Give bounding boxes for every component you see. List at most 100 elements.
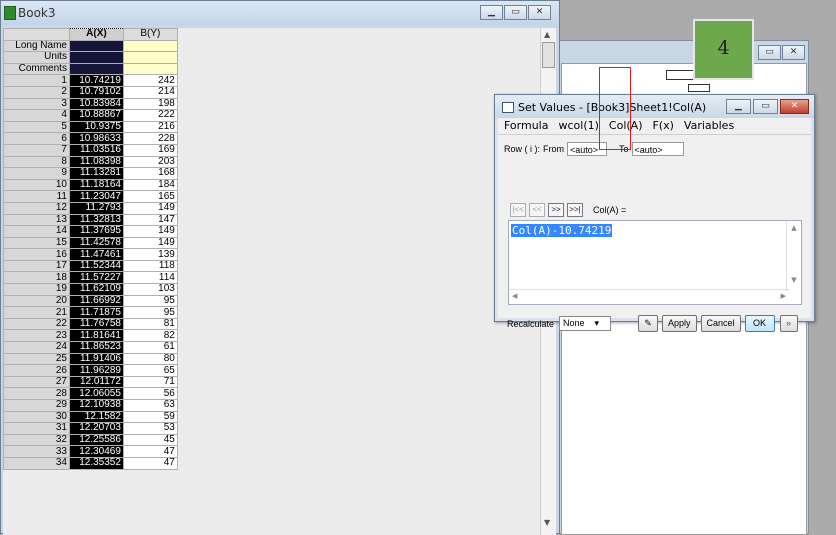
row-number[interactable]: 20 xyxy=(3,294,70,308)
cell-b[interactable]: 216 xyxy=(122,120,178,134)
meta-cell-b[interactable] xyxy=(122,62,178,76)
row-number[interactable]: 13 xyxy=(3,213,70,227)
maximize-button[interactable]: ▭ xyxy=(504,5,527,20)
menu-variables[interactable]: Variables xyxy=(684,118,734,134)
meta-cell-b[interactable] xyxy=(122,51,178,64)
meta-row-label[interactable]: Units xyxy=(3,51,70,64)
cell-b[interactable]: 47 xyxy=(122,445,178,458)
row-number[interactable]: 16 xyxy=(3,248,70,261)
formula-helper-icon[interactable]: ✎ xyxy=(638,315,659,332)
row-number[interactable]: 1 xyxy=(3,74,70,87)
cell-b[interactable]: 71 xyxy=(122,375,178,389)
meta-cell-a[interactable] xyxy=(68,62,124,76)
cell-a[interactable]: 11.37695 xyxy=(68,225,124,238)
row-number[interactable]: 11 xyxy=(3,190,70,203)
maximize-button[interactable]: ▭ xyxy=(753,99,778,114)
worksheet[interactable]: A(X) B(Y) Long Name Units Comments 1 10.74219 2… xyxy=(3,28,540,535)
menu-wcol[interactable]: wcol(1) xyxy=(558,118,598,134)
cell-a[interactable]: 11.23047 xyxy=(68,190,124,203)
formula-text[interactable]: Col(A)-10.74219 xyxy=(511,224,613,237)
cell-a[interactable]: 11.2793 xyxy=(68,201,124,215)
cell-a[interactable]: 11.13281 xyxy=(68,167,124,180)
cell-a[interactable]: 12.10938 xyxy=(68,399,124,412)
cell-b[interactable]: 61 xyxy=(122,341,178,354)
column-header-b[interactable]: B(Y) xyxy=(122,28,178,41)
cell-a[interactable]: 11.47461 xyxy=(68,248,124,261)
cell-b[interactable]: 56 xyxy=(122,387,178,400)
row-number[interactable]: 22 xyxy=(3,317,70,331)
row-number[interactable]: 31 xyxy=(3,422,70,435)
from-field[interactable]: <auto> xyxy=(567,142,607,156)
cell-b[interactable]: 45 xyxy=(122,433,178,447)
row-number[interactable]: 15 xyxy=(3,236,70,250)
cell-a[interactable]: 11.08398 xyxy=(68,155,124,169)
cell-b[interactable]: 53 xyxy=(122,422,178,435)
to-field[interactable]: <auto> xyxy=(631,142,684,156)
column-header-a[interactable]: A(X) xyxy=(68,28,124,41)
workbook-window[interactable]: Book3 ▁ ▭ ✕ A(X) B(Y) Long Name Units Commen… xyxy=(0,0,560,535)
cell-a[interactable]: 10.9375 xyxy=(68,120,124,134)
cell-b[interactable]: 103 xyxy=(122,283,178,296)
cell-a[interactable]: 10.83984 xyxy=(68,97,124,111)
cell-a[interactable]: 11.71875 xyxy=(68,306,124,319)
meta-row-label[interactable]: Comments xyxy=(3,62,70,76)
close-button[interactable]: ✕ xyxy=(528,5,551,20)
cell-b[interactable]: 203 xyxy=(122,155,178,169)
cell-b[interactable]: 228 xyxy=(122,132,178,145)
cell-b[interactable]: 63 xyxy=(122,399,178,412)
cell-a[interactable]: 11.96289 xyxy=(68,364,124,377)
cell-b[interactable]: 168 xyxy=(122,167,178,180)
cell-b[interactable]: 81 xyxy=(122,317,178,331)
cell-b[interactable]: 139 xyxy=(122,248,178,261)
cell-a[interactable]: 12.01172 xyxy=(68,375,124,389)
cell-b[interactable]: 65 xyxy=(122,364,178,377)
dialog-titlebar[interactable]: Set Values - [Book3]Sheet1!Col(A) ▁ ▭ ✕ xyxy=(495,95,814,118)
row-number[interactable]: 28 xyxy=(3,387,70,400)
scroll-up-icon[interactable]: ▲ xyxy=(544,30,550,39)
cell-a[interactable]: 10.74219 xyxy=(68,74,124,87)
expand-icon[interactable]: » xyxy=(779,315,798,332)
set-values-dialog[interactable]: Set Values - [Book3]Sheet1!Col(A) ▁ ▭ ✕ … xyxy=(494,94,815,332)
cell-b[interactable]: 82 xyxy=(122,329,178,343)
cell-b[interactable]: 47 xyxy=(122,456,178,470)
close-button[interactable]: ✕ xyxy=(780,99,809,114)
cell-b[interactable]: 198 xyxy=(122,97,178,111)
menu-fx[interactable]: F(x) xyxy=(652,118,673,134)
row-number[interactable]: 21 xyxy=(3,306,70,319)
worksheet-grid[interactable]: A(X) B(Y) Long Name Units Comments 1 10.74219 2… xyxy=(3,28,540,470)
cell-b[interactable]: 184 xyxy=(122,178,178,192)
previous-column-button[interactable]: << xyxy=(529,203,545,217)
row-number[interactable]: 9 xyxy=(3,167,70,180)
row-number[interactable]: 2 xyxy=(3,85,70,99)
cell-b[interactable]: 149 xyxy=(122,201,178,215)
row-number[interactable]: 17 xyxy=(3,259,70,273)
cell-b[interactable]: 214 xyxy=(122,85,178,99)
cell-b[interactable]: 95 xyxy=(122,306,178,319)
first-column-button[interactable]: |<< xyxy=(510,203,526,217)
cell-b[interactable]: 147 xyxy=(122,213,178,227)
row-number[interactable]: 25 xyxy=(3,352,70,366)
next-column-button[interactable]: >> xyxy=(548,203,564,217)
workbook-titlebar[interactable]: Book3 ▁ ▭ ✕ xyxy=(1,1,559,25)
close-button[interactable]: ✕ xyxy=(782,45,805,60)
cell-b[interactable]: 242 xyxy=(122,74,178,87)
row-number[interactable]: 29 xyxy=(3,399,70,412)
cell-a[interactable]: 11.03516 xyxy=(68,143,124,157)
minimize-button[interactable]: ▁ xyxy=(480,5,503,20)
last-column-button[interactable]: >>| xyxy=(567,203,583,217)
cell-a[interactable]: 12.30469 xyxy=(68,445,124,458)
cell-a[interactable]: 11.52344 xyxy=(68,259,124,273)
corner-cell[interactable] xyxy=(3,28,70,41)
cell-a[interactable]: 11.62109 xyxy=(68,283,124,296)
cell-a[interactable]: 10.79102 xyxy=(68,85,124,99)
row-number[interactable]: 19 xyxy=(3,283,70,296)
editor-vertical-scrollbar[interactable]: ▲ ▼ xyxy=(786,221,801,291)
cell-a[interactable]: 11.18164 xyxy=(68,178,124,192)
cell-b[interactable]: 114 xyxy=(122,271,178,285)
cell-a[interactable]: 10.88867 xyxy=(68,109,124,122)
cell-b[interactable]: 149 xyxy=(122,236,178,250)
row-number[interactable]: 10 xyxy=(3,178,70,192)
cell-a[interactable]: 12.20703 xyxy=(68,422,124,435)
cell-b[interactable]: 59 xyxy=(122,410,178,424)
cell-a[interactable]: 11.66992 xyxy=(68,294,124,308)
